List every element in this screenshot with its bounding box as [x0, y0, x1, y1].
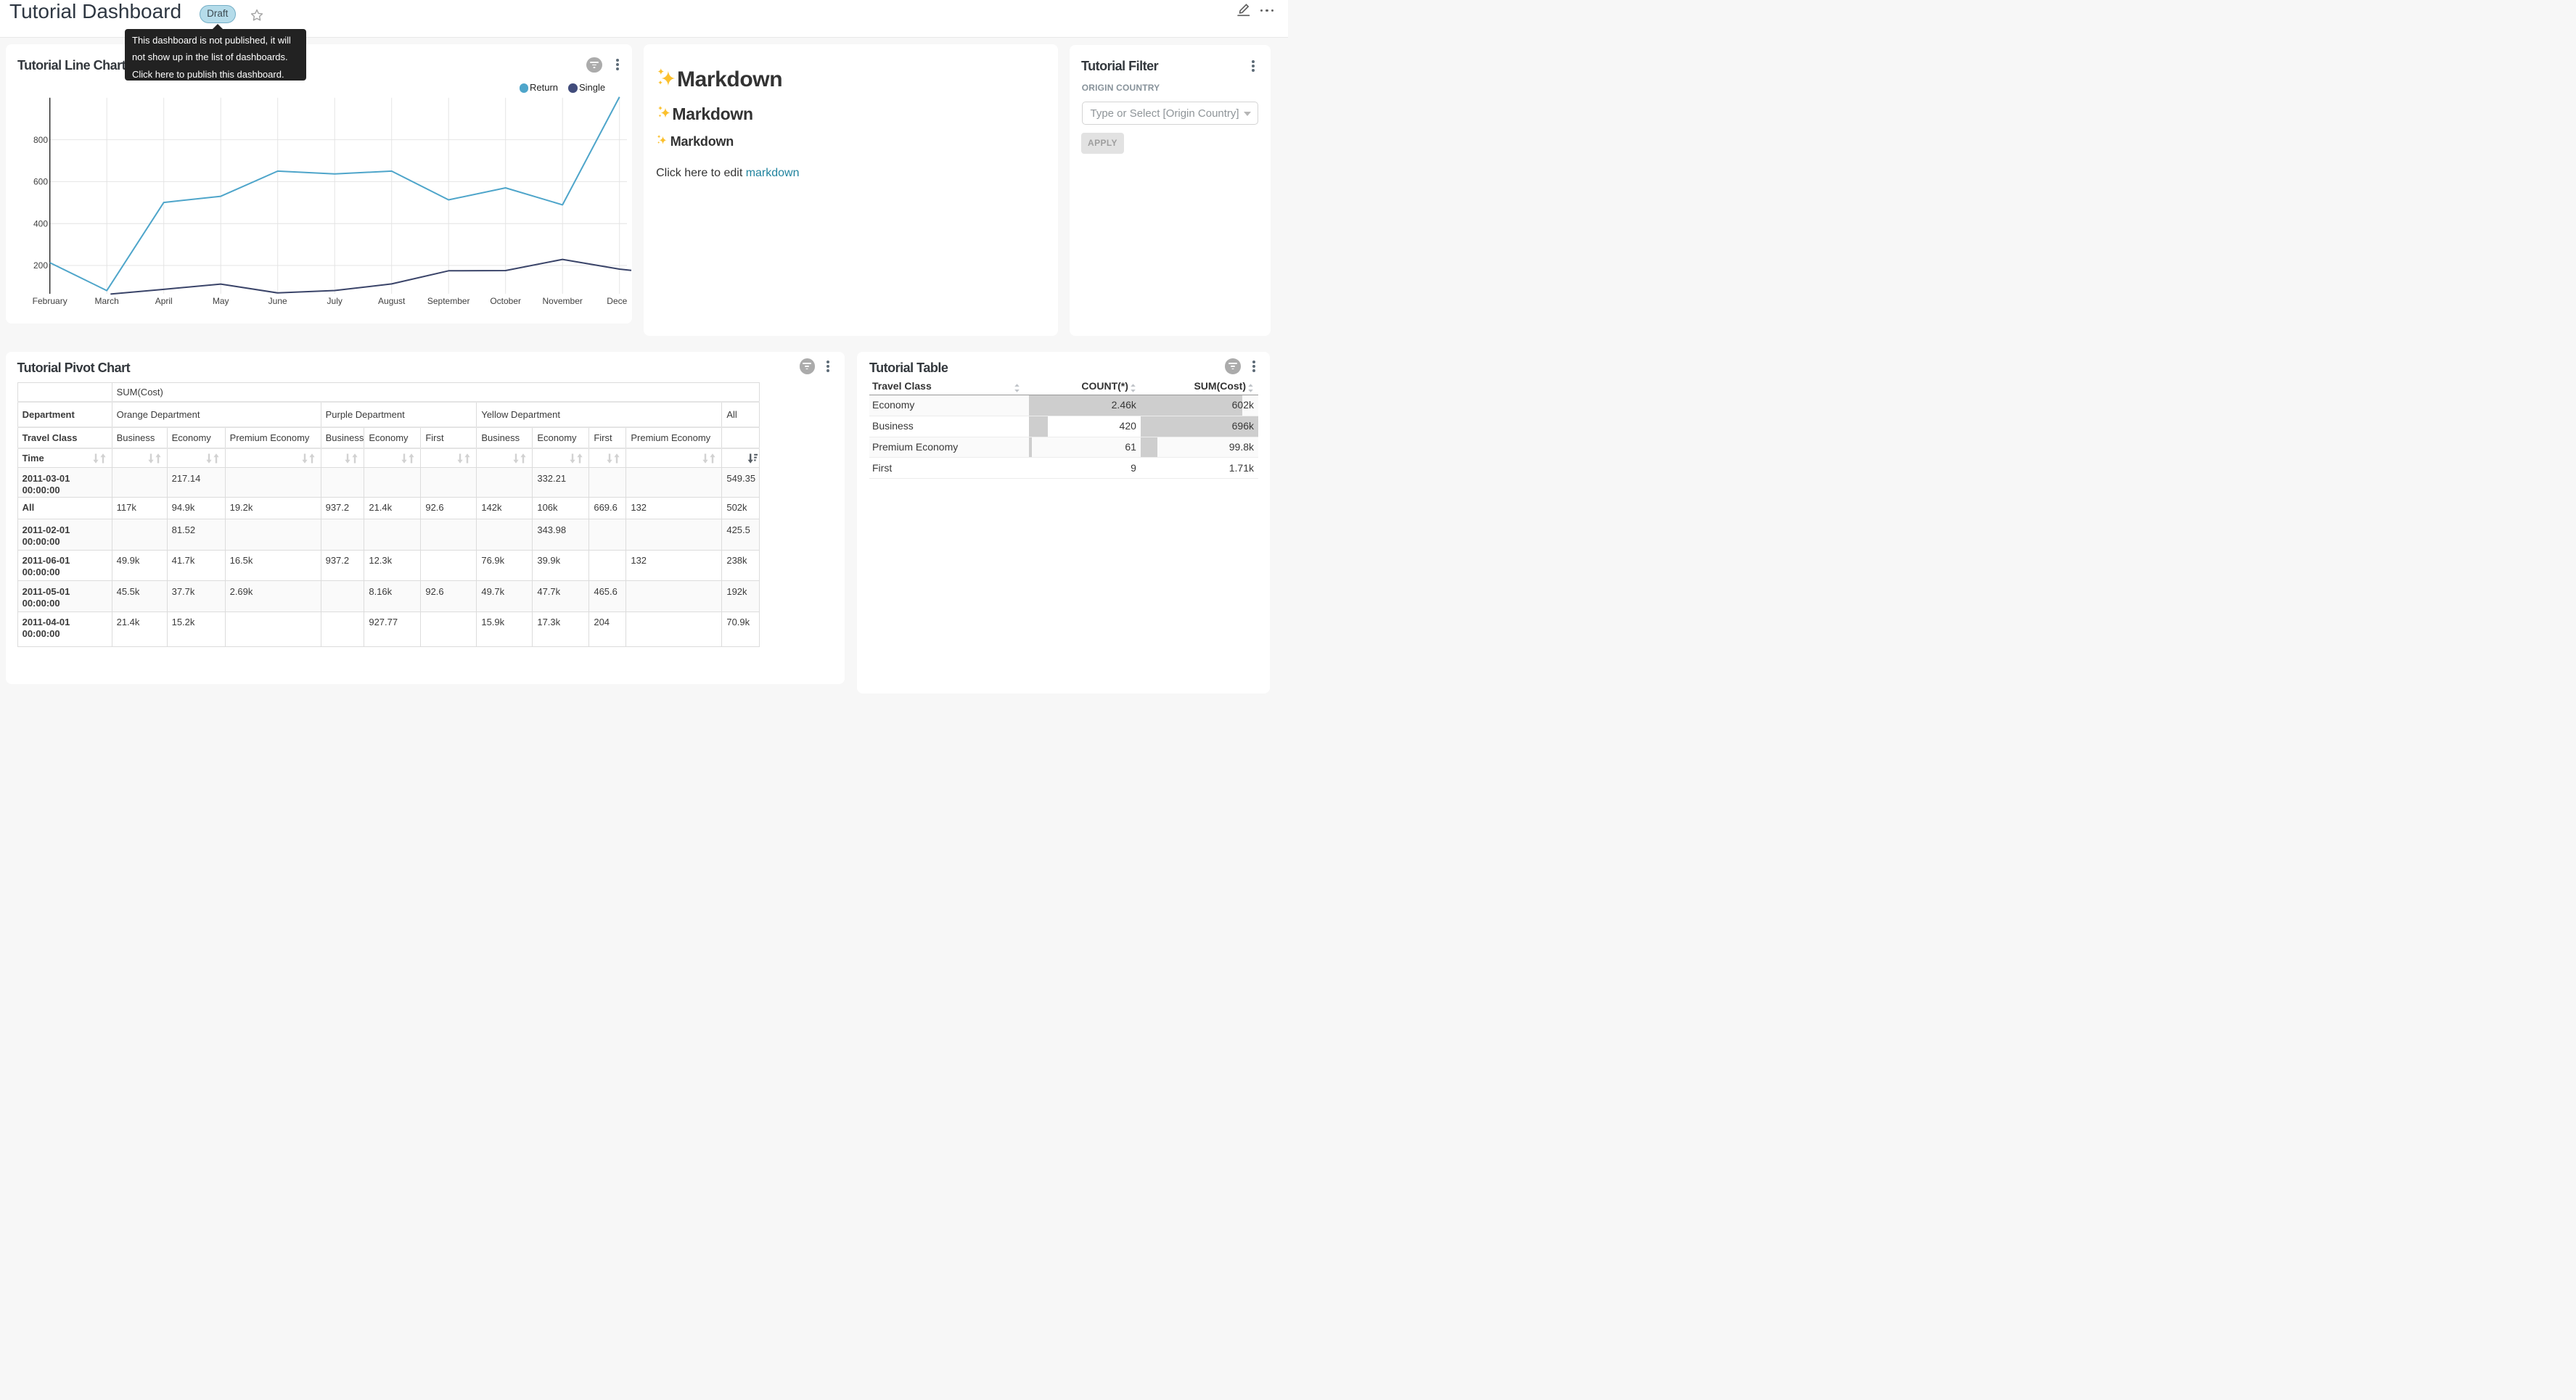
svg-text:800: 800	[33, 135, 48, 145]
svg-text:August: August	[378, 296, 406, 306]
svg-text:July: July	[327, 296, 342, 306]
svg-text:200: 200	[33, 260, 48, 271]
svg-text:May: May	[213, 296, 229, 306]
svg-text:September: September	[427, 296, 470, 306]
svg-text:October: October	[490, 296, 521, 306]
svg-text:June: June	[268, 296, 287, 306]
svg-text:April: April	[155, 296, 173, 306]
svg-text:March: March	[95, 296, 119, 306]
svg-text:Dece: Dece	[607, 296, 627, 306]
svg-text:February: February	[33, 296, 67, 306]
svg-text:November: November	[543, 296, 583, 306]
svg-text:400: 400	[33, 218, 48, 228]
svg-text:600: 600	[33, 177, 48, 187]
